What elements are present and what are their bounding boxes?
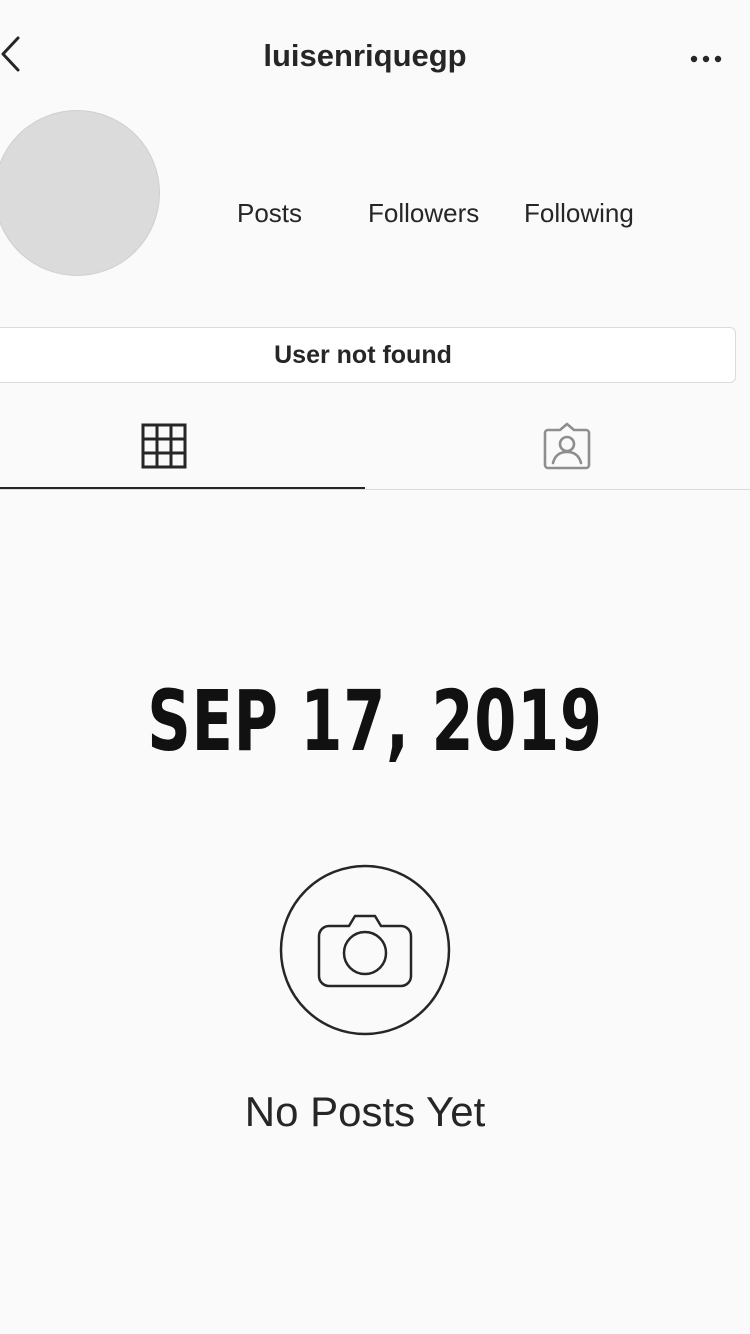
profile-tabs [0,400,750,490]
avatar[interactable] [0,110,160,276]
tab-posts-grid[interactable] [0,400,365,489]
camera-icon [279,864,451,1036]
more-options-button[interactable] [686,44,726,74]
tagged-person-icon [543,422,591,470]
date-stamp: SEP 17, 2019 [147,672,603,770]
tab-tagged[interactable] [385,400,750,489]
followers-stat-label[interactable]: Followers [368,198,479,229]
profile-username: luisenrique​gp [263,38,467,73]
user-not-found-text: User not found [274,340,452,369]
following-stat-label[interactable]: Following [524,198,634,229]
posts-stat-label[interactable]: Posts [237,198,302,229]
no-posts-message: No Posts Yet [244,1088,486,1135]
profile-header: luisenrique​gp [0,0,750,116]
grid-icon [141,423,187,469]
no-posts-camera [279,864,451,1036]
user-not-found-banner: User not found [0,327,736,383]
ellipsis-icon [690,55,722,63]
